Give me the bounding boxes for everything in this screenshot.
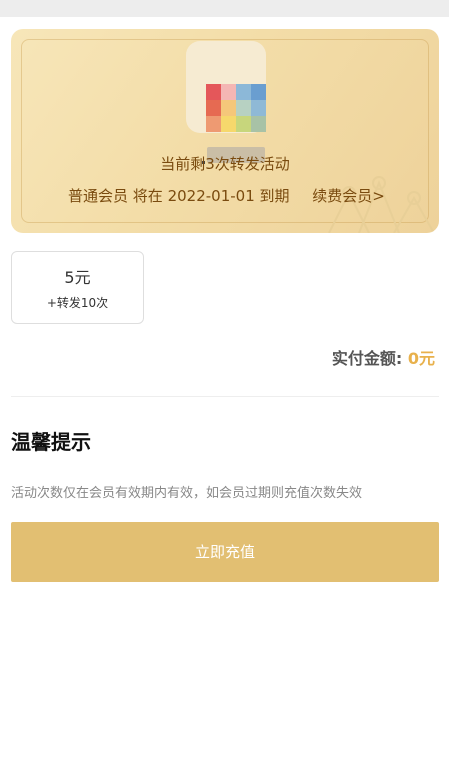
avatar-mosaic-tile [236, 100, 251, 116]
avatar-mosaic-tile [251, 116, 266, 132]
avatar-mosaic-tile [236, 116, 251, 132]
avatar-mosaic-tile [251, 100, 266, 116]
tips-text: 活动次数仅在会员有效期内有效，如会员过期则充值次数失效 [11, 486, 363, 501]
member-type-label: 普通会员 [68, 187, 129, 205]
payment-summary: 实付金额: 0元 [332, 345, 435, 369]
plan-price: 5元 [64, 268, 91, 287]
status-bar [0, 0, 449, 17]
membership-status-line: 普通会员 将在 2022-01-01 到期 续费会员> [68, 185, 385, 206]
plan-description: +转发10次 [46, 296, 109, 310]
avatar-mosaic-tile [236, 84, 251, 100]
tips-title: 温馨提示 [11, 430, 91, 454]
avatar-image [206, 84, 266, 132]
renew-membership-link[interactable]: 续费会员> [312, 187, 385, 205]
avatar-mosaic-tile [251, 84, 266, 100]
plan-option-card[interactable]: 5元 +转发10次 [11, 251, 144, 324]
avatar-mosaic-tile [206, 116, 221, 132]
avatar-mosaic-tile [221, 84, 236, 100]
avatar-mosaic-tile [221, 116, 236, 132]
payment-amount: 0元 [407, 349, 435, 368]
expire-date-text: 将在 2022-01-01 到期 [132, 187, 290, 205]
section-divider [11, 396, 439, 397]
avatar-mosaic-tile [221, 100, 236, 116]
avatar-mosaic-tile [206, 100, 221, 116]
avatar-mosaic-tile [206, 84, 221, 100]
remaining-count-text: 当前剩3次转发活动 [160, 155, 290, 173]
payment-label: 实付金额: [331, 349, 403, 368]
recharge-button[interactable]: 立即充值 [11, 522, 439, 582]
